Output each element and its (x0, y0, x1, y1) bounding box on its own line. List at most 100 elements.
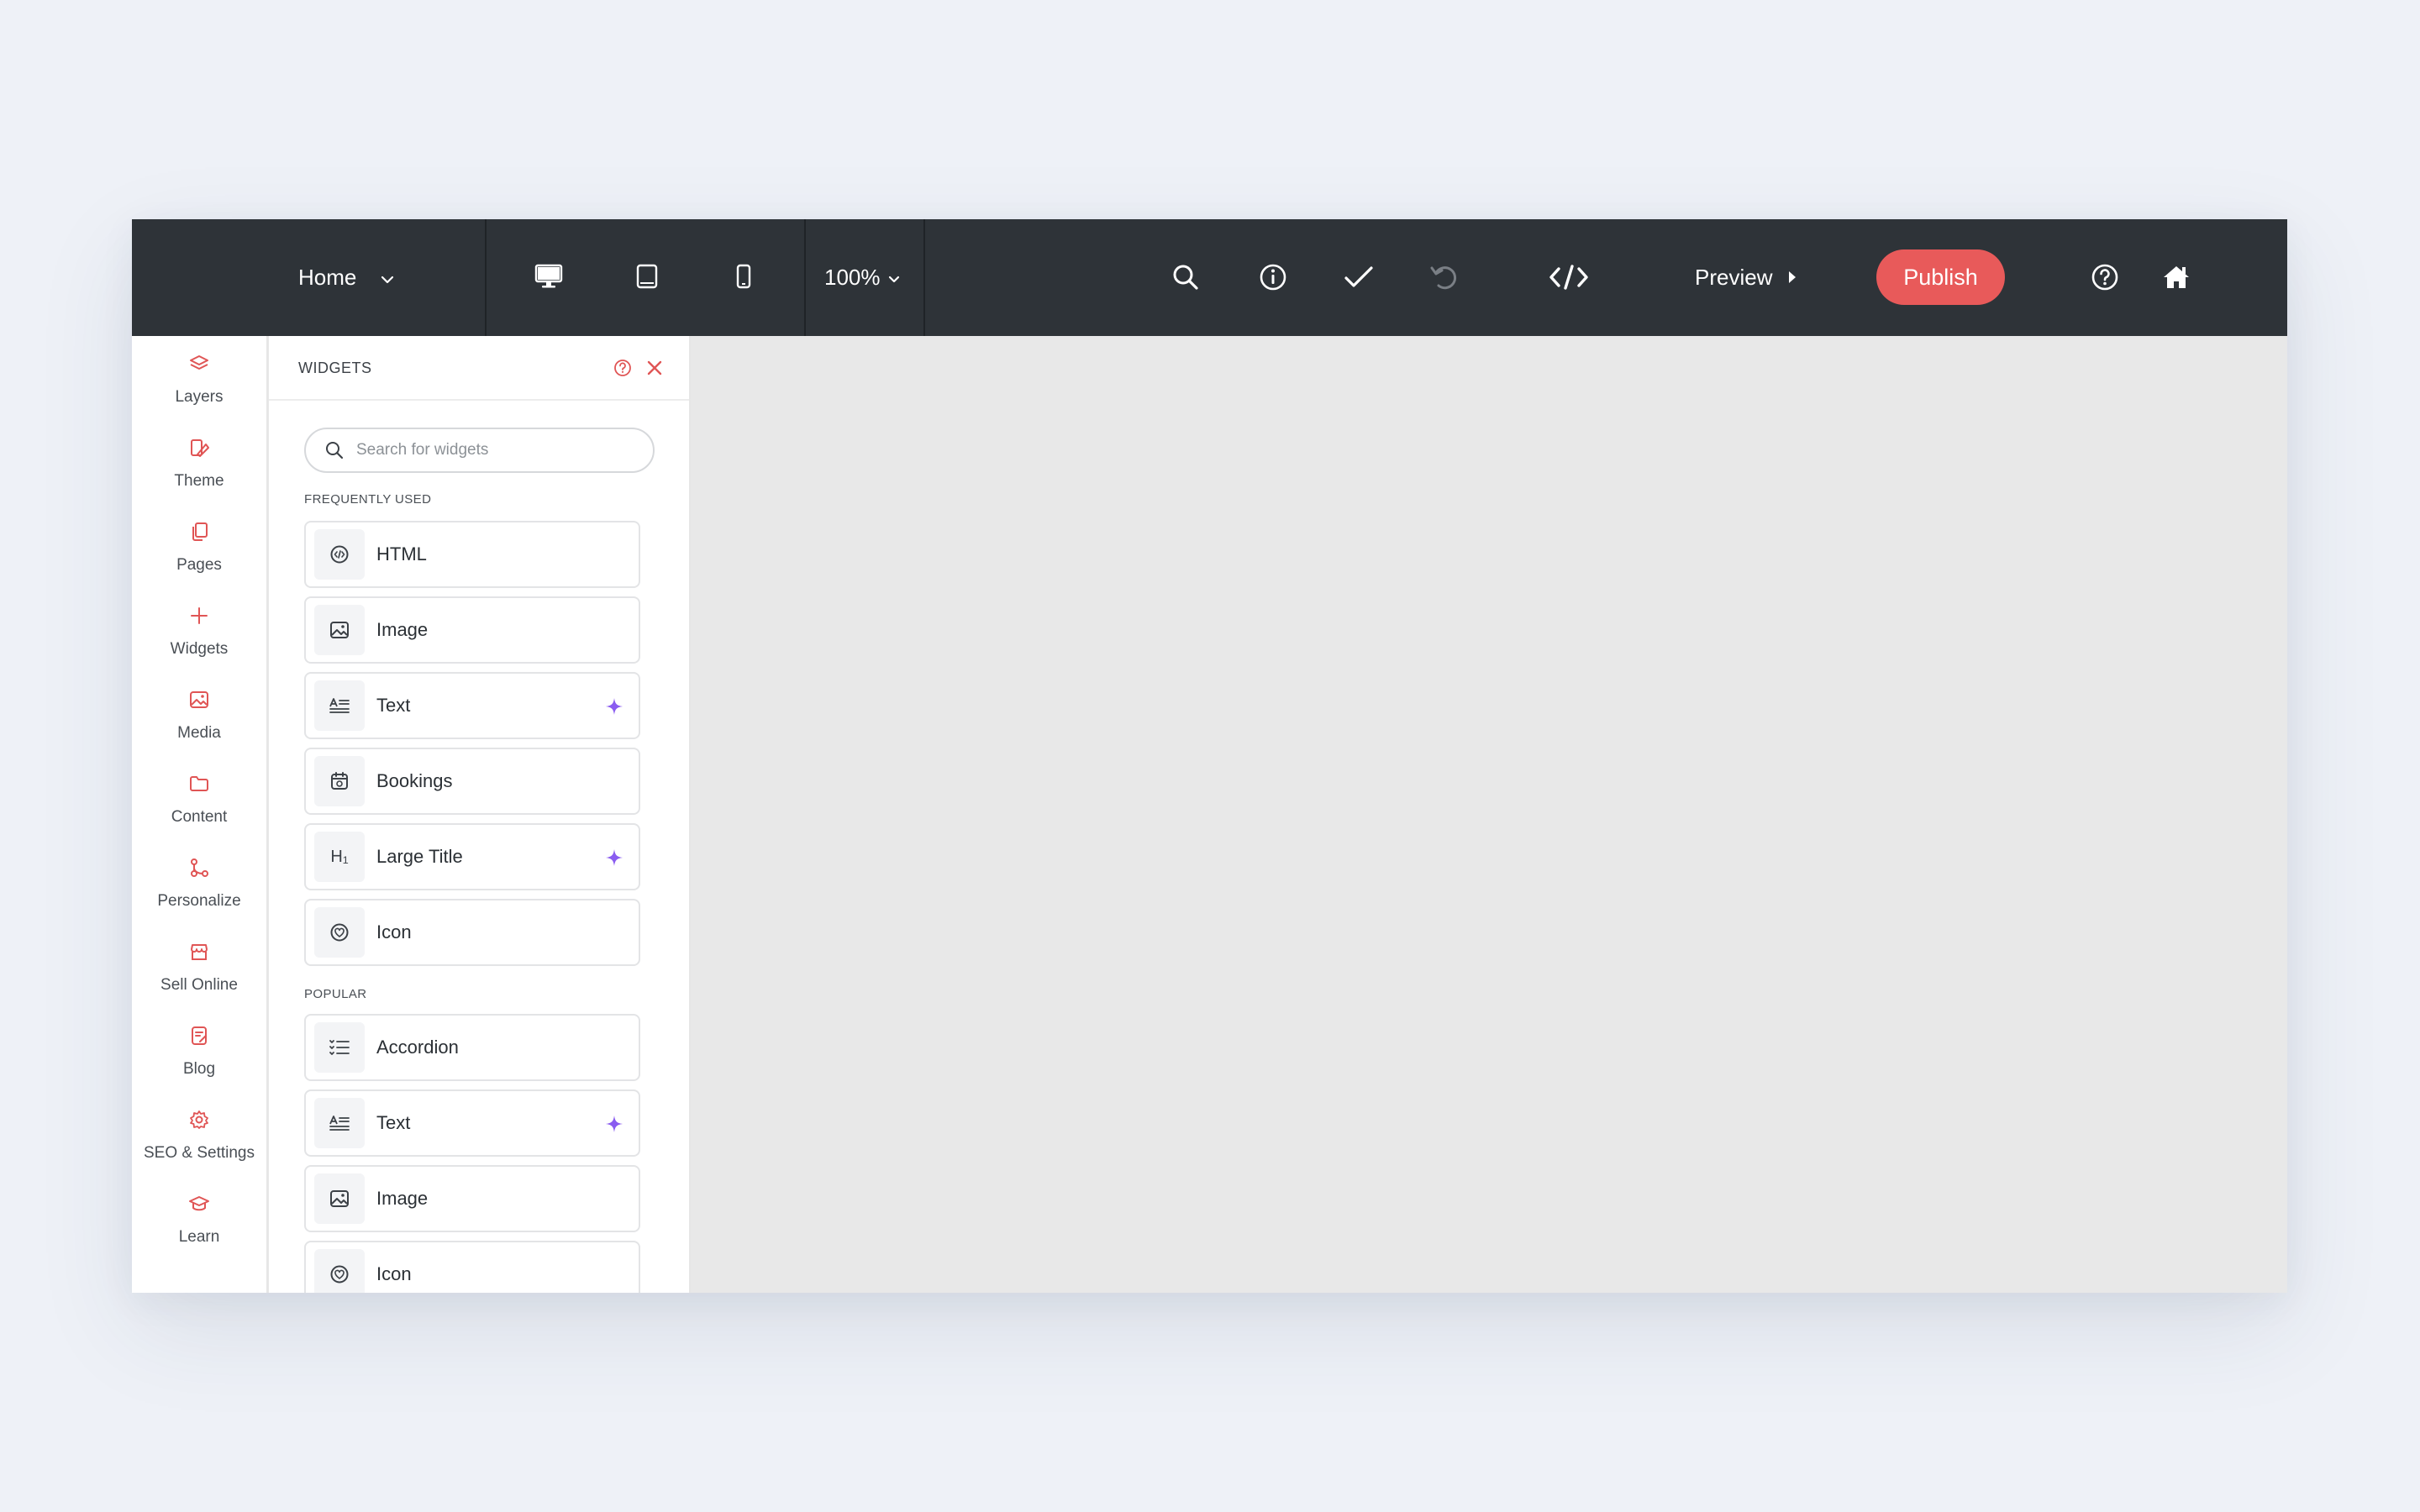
home-button[interactable] (2153, 255, 2200, 302)
close-icon[interactable] (643, 356, 666, 380)
heading-icon: H₁ (314, 832, 365, 882)
sidebar-item-label: Layers (175, 388, 224, 406)
undo-icon (1428, 263, 1459, 296)
folder-icon (188, 773, 210, 795)
sidebar-item-blog[interactable]: Blog (132, 1025, 266, 1100)
editor-canvas[interactable] (692, 336, 2287, 1293)
sidebar-item-label: Blog (182, 1060, 216, 1078)
widget-item-label: Image (376, 619, 429, 640)
widget-item-text[interactable]: Text (304, 672, 640, 739)
search-button[interactable] (1162, 255, 1209, 302)
sidebar-item-content[interactable]: Content (132, 773, 266, 848)
sidebar-item-label: Sell Online (160, 976, 238, 994)
tablet-view-button[interactable] (623, 255, 671, 302)
sidebar-item-label: SEO & Settings (143, 1144, 255, 1162)
sidebar-item-label: Learn (178, 1228, 220, 1246)
home-icon (2162, 264, 2191, 295)
checkmark-button[interactable] (1335, 255, 1382, 302)
help-icon (2091, 263, 2119, 296)
image-icon (314, 1173, 365, 1224)
sidebar-item-personalize[interactable]: Personalize (132, 857, 266, 932)
sidebar-item-theme[interactable]: Theme (132, 437, 266, 512)
panel-title: WIDGETS (298, 360, 372, 376)
ai-sparkle-icon (605, 1115, 623, 1133)
publish-button[interactable]: Publish (1876, 249, 2005, 305)
widget-item-label: HTML (376, 543, 427, 564)
left-sidebar: Layers Theme Pages Widgets Media Content… (132, 336, 268, 1293)
sidebar-item-label: Media (177, 724, 221, 742)
code-icon (1549, 264, 1589, 295)
widget-item-icon[interactable]: Icon (304, 1241, 640, 1293)
heart-icon (314, 1249, 365, 1293)
checkmark-icon (1344, 265, 1374, 294)
widget-item-text[interactable]: Text (304, 1089, 640, 1157)
widget-item-html[interactable]: HTML (304, 521, 640, 588)
widget-item-bookings[interactable]: Bookings (304, 748, 640, 815)
html-icon (314, 529, 365, 580)
gear-icon (188, 1109, 210, 1131)
mobile-view-button[interactable] (720, 255, 767, 302)
calendar-icon (314, 756, 365, 806)
ai-sparkle-icon (605, 848, 623, 867)
editor-window: Home 100% Preview Publish Layers Theme P… (132, 219, 2287, 1293)
text-icon (314, 680, 365, 731)
toolbar-divider (923, 219, 925, 336)
widget-item-accordion[interactable]: Accordion (304, 1014, 640, 1081)
widget-search-input[interactable] (356, 441, 642, 459)
store-icon (188, 941, 210, 963)
accordion-icon (314, 1022, 365, 1073)
info-button[interactable] (1249, 255, 1297, 302)
widget-item-image[interactable]: Image (304, 596, 640, 664)
sidebar-item-seo-settings[interactable]: SEO & Settings (132, 1109, 266, 1184)
sidebar-item-layers[interactable]: Layers (132, 353, 266, 428)
text-icon (314, 1098, 365, 1148)
chevron-down-icon (380, 265, 395, 291)
play-triangle-icon (1787, 265, 1797, 291)
sidebar-item-label: Theme (174, 472, 224, 490)
widget-item-label: Bookings (376, 770, 453, 791)
help-button[interactable] (2081, 255, 2128, 302)
tablet-icon (636, 264, 658, 293)
code-button[interactable] (1545, 255, 1592, 302)
sidebar-item-pages[interactable]: Pages (132, 521, 266, 596)
plus-icon (188, 605, 210, 627)
sidebar-item-learn[interactable]: Learn (132, 1193, 266, 1268)
widget-item-icon[interactable]: Icon (304, 899, 640, 966)
page-selector-label: Home (298, 265, 357, 290)
undo-button[interactable] (1420, 255, 1467, 302)
sidebar-item-media[interactable]: Media (132, 689, 266, 764)
widget-search-box[interactable] (304, 428, 655, 473)
section-label-frequently-used: FREQUENTLY USED (304, 492, 432, 507)
mobile-icon (735, 264, 752, 293)
info-icon (1259, 263, 1287, 296)
pages-icon (188, 521, 210, 543)
widget-item-large-title[interactable]: H₁ Large Title (304, 823, 640, 890)
desktop-view-button[interactable] (525, 255, 572, 302)
widget-item-label: Text (376, 695, 411, 716)
toolbar-divider (485, 219, 487, 336)
preview-label: Preview (1695, 265, 1773, 290)
personalize-icon (188, 857, 210, 879)
page-selector[interactable]: Home (298, 219, 395, 336)
ai-sparkle-icon (605, 697, 623, 716)
widget-item-image[interactable]: Image (304, 1165, 640, 1232)
help-circle-icon[interactable] (612, 357, 634, 379)
widget-item-label: Accordion (376, 1037, 459, 1058)
search-icon (1171, 263, 1200, 296)
zoom-level: 100% (824, 265, 881, 290)
sidebar-item-sell-online[interactable]: Sell Online (132, 941, 266, 1016)
widgets-panel-header: WIDGETS (269, 336, 689, 401)
layers-icon (188, 353, 210, 375)
theme-icon (188, 437, 210, 459)
zoom-selector[interactable]: 100% (824, 219, 901, 336)
preview-button[interactable]: Preview (1695, 219, 1797, 336)
heart-icon (314, 907, 365, 958)
widget-item-label: Image (376, 1188, 429, 1209)
widgets-panel: WIDGETS FREQUENTLY USED HTML (269, 336, 691, 1293)
blog-icon (188, 1025, 210, 1047)
sidebar-item-label: Widgets (170, 640, 229, 658)
widget-item-label: Large Title (376, 846, 463, 867)
top-toolbar: Home 100% Preview Publish (132, 219, 2287, 336)
sidebar-item-label: Content (171, 808, 228, 826)
sidebar-item-widgets[interactable]: Widgets (132, 605, 266, 680)
